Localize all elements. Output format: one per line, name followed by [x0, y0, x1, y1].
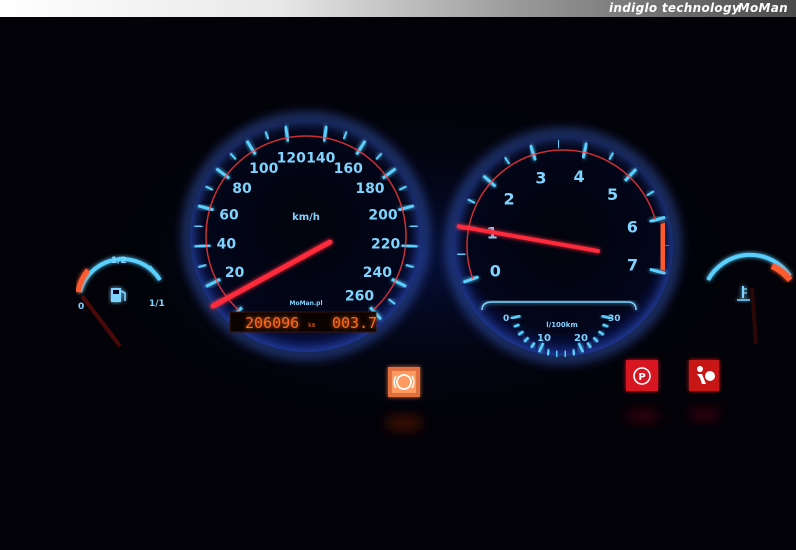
speed-unit-label: km/h — [292, 212, 320, 223]
speed-tick — [194, 243, 211, 249]
speed-label-100: 100 — [249, 161, 278, 177]
economy-tick — [546, 349, 551, 356]
instrument-cluster: 0 1/2 1/1 20 40 60 80 100 120 140 160 18… — [60, 70, 793, 450]
fuel-label-half: 1/2 — [111, 256, 127, 266]
speedometer: 20 40 60 80 100 120 140 160 180 200 220 … — [185, 115, 427, 357]
dashboard-photo: indiglo technology MoMan 0 1/2 1/1 20 40… — [0, 0, 796, 550]
economy-tick — [563, 350, 567, 357]
odometer-value: 206096 — [245, 314, 299, 332]
odometer-unit: km — [308, 322, 316, 329]
tach-label-0: 0 — [490, 262, 501, 281]
speed-label-120: 120 — [277, 150, 306, 166]
tach-label-4: 4 — [573, 167, 584, 186]
economy-label-30: 30 — [608, 314, 621, 324]
speed-label-160: 160 — [334, 161, 363, 177]
tach-redline-zone — [656, 222, 669, 271]
economy-unit: l/100km — [546, 321, 578, 329]
tach-tick — [457, 252, 466, 256]
cluster-brand-label: MoMan.pl — [289, 300, 322, 307]
speed-label-80: 80 — [232, 181, 252, 197]
speed-label-200: 200 — [368, 207, 397, 223]
speed-label-180: 180 — [355, 181, 384, 197]
speed-label-140: 140 — [306, 150, 335, 166]
fuel-label-full: 1/1 — [149, 299, 165, 309]
speed-label-260: 260 — [345, 288, 374, 304]
speed-tick — [409, 225, 418, 228]
parking-brake-light: P — [626, 360, 658, 422]
speed-label-240: 240 — [363, 265, 392, 281]
tach-label-7: 7 — [627, 256, 638, 275]
speed-tick — [194, 225, 203, 228]
economy-tick — [571, 349, 576, 356]
svg-text:P: P — [638, 372, 645, 383]
economy-label-20: 20 — [574, 333, 588, 344]
tachometer: 0 1 2 3 4 5 6 7 0 10 20 30 l/100km — [448, 131, 678, 361]
economy-label-10: 10 — [537, 333, 551, 344]
economy-label-0: 0 — [503, 314, 509, 324]
speed-label-20: 20 — [225, 265, 245, 281]
trip-value: 003.7 — [332, 314, 377, 332]
speed-label-220: 220 — [371, 237, 400, 253]
odometer-display: 206096 km 003.7 — [229, 311, 377, 333]
speed-label-40: 40 — [217, 237, 237, 253]
economy-tick — [555, 350, 559, 357]
tach-label-3: 3 — [535, 168, 546, 187]
tach-label-2: 2 — [503, 189, 514, 208]
speed-tick — [401, 243, 418, 249]
tach-label-5: 5 — [607, 185, 618, 204]
tach-label-6: 6 — [627, 217, 638, 236]
airbag-light — [689, 360, 719, 420]
speed-label-60: 60 — [219, 207, 239, 223]
fuel-label-empty: 0 — [78, 302, 84, 312]
